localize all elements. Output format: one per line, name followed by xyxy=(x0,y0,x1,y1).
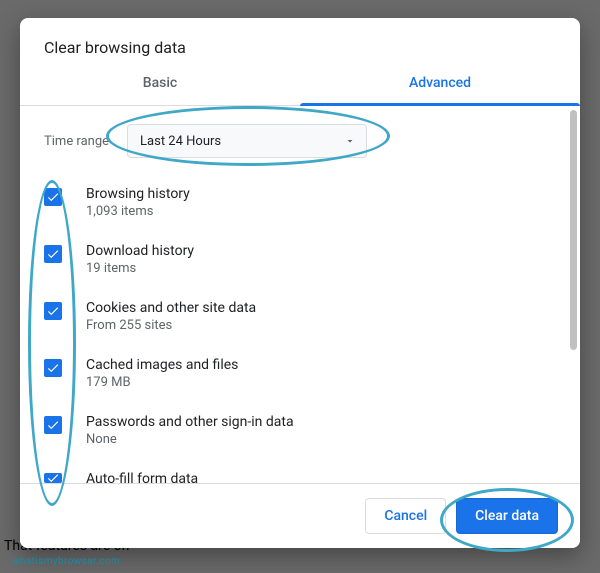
item-subtitle: 179 MB xyxy=(86,375,238,390)
item-subtitle: 19 items xyxy=(86,261,194,276)
dialog-footer: Cancel Clear data xyxy=(20,483,580,548)
checkbox-cache[interactable] xyxy=(44,359,62,377)
checkbox-passwords[interactable] xyxy=(44,416,62,434)
item-subtitle: From 255 sites xyxy=(86,318,256,333)
time-range-value: Last 24 Hours xyxy=(140,134,221,149)
item-subtitle: None xyxy=(86,432,294,447)
list-item: Passwords and other sign-in data None xyxy=(44,414,544,447)
clear-browsing-data-dialog: Clear browsing data Basic Advanced Time … xyxy=(20,18,580,548)
time-range-select[interactable]: Last 24 Hours xyxy=(127,124,367,158)
item-title: Passwords and other sign-in data xyxy=(86,414,294,430)
list-item: Auto-fill form data xyxy=(44,471,544,483)
list-item: Cached images and files 179 MB xyxy=(44,357,544,390)
tab-advanced[interactable]: Advanced xyxy=(300,65,580,105)
item-title: Browsing history xyxy=(86,186,190,202)
item-title: Cached images and files xyxy=(86,357,238,373)
cancel-button[interactable]: Cancel xyxy=(365,498,446,534)
tab-basic[interactable]: Basic xyxy=(20,65,300,105)
time-range-row: Time range Last 24 Hours xyxy=(44,124,544,158)
list-item: Cookies and other site data From 255 sit… xyxy=(44,300,544,333)
clear-data-button[interactable]: Clear data xyxy=(456,498,558,534)
watermark: whatismybrowser.com xyxy=(12,556,120,567)
item-title: Auto-fill form data xyxy=(86,471,198,483)
item-title: Cookies and other site data xyxy=(86,300,256,316)
scrollbar-thumb[interactable] xyxy=(570,110,577,350)
checkbox-autofill[interactable] xyxy=(44,473,62,483)
chevron-down-icon xyxy=(344,135,356,147)
dialog-title: Clear browsing data xyxy=(20,18,580,65)
checkbox-browsing-history[interactable] xyxy=(44,188,62,206)
time-range-label: Time range xyxy=(44,134,109,149)
item-subtitle: 1,093 items xyxy=(86,204,190,219)
list-item: Browsing history 1,093 items xyxy=(44,186,544,219)
checkbox-cookies[interactable] xyxy=(44,302,62,320)
checkbox-download-history[interactable] xyxy=(44,245,62,263)
item-title: Download history xyxy=(86,243,194,259)
scrollbar[interactable] xyxy=(570,110,577,479)
dialog-body: Time range Last 24 Hours Browsing histor… xyxy=(20,106,580,483)
list-item: Download history 19 items xyxy=(44,243,544,276)
tab-strip: Basic Advanced xyxy=(20,65,580,106)
